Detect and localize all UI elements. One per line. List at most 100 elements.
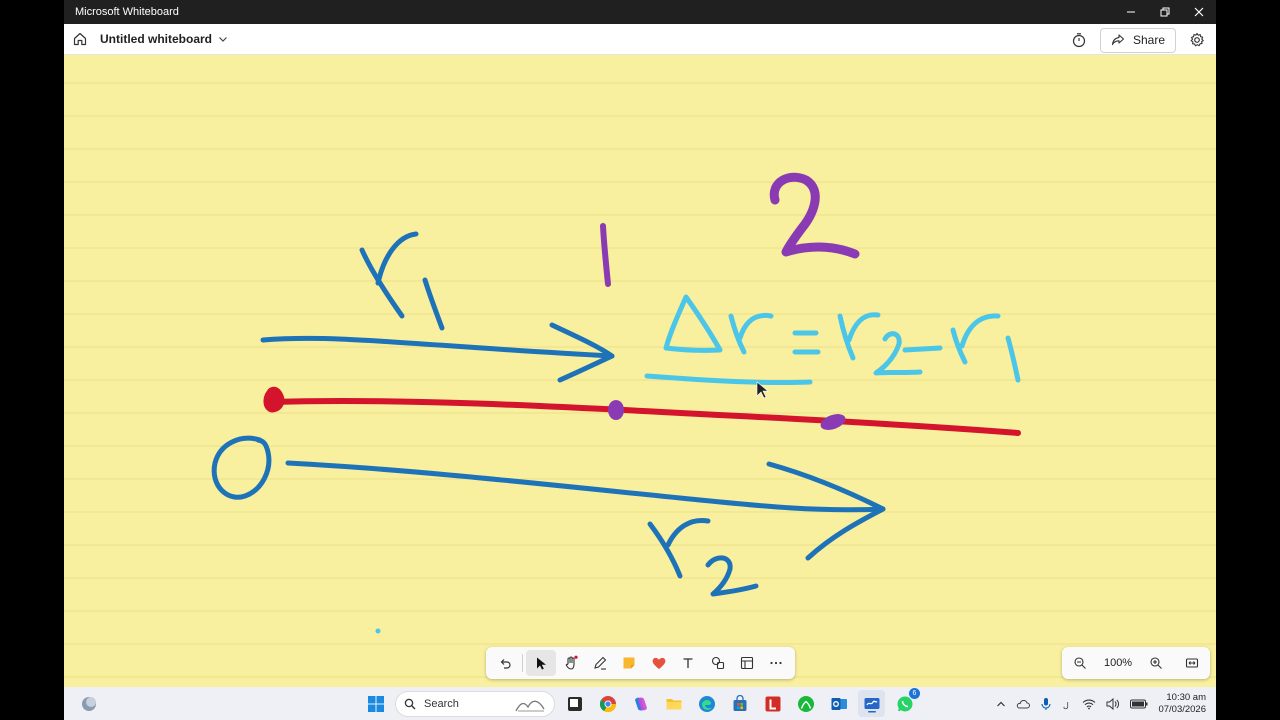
window-title: Microsoft Whiteboard [75, 6, 179, 18]
drawing-toolbar [486, 647, 795, 679]
more-tools-button[interactable] [762, 650, 791, 676]
home-button[interactable] [65, 24, 95, 54]
zoom-out-button[interactable] [1068, 651, 1092, 675]
clock-date: 07/03/2026 [1158, 703, 1206, 715]
fit-screen-icon [1185, 658, 1199, 668]
pen-tool[interactable] [585, 650, 614, 676]
text-tool[interactable] [673, 650, 702, 676]
battery-icon[interactable] [1130, 699, 1148, 709]
taskbar-app-lastpass[interactable] [759, 690, 786, 717]
timer-button[interactable] [1066, 27, 1092, 53]
taskbar-app-copilot[interactable] [627, 690, 654, 717]
r1-arrow[interactable] [260, 322, 615, 383]
ink-speck [375, 628, 381, 634]
pan-tool[interactable] [556, 650, 585, 676]
taskbar-search-box[interactable]: Search [395, 690, 555, 717]
start-button[interactable] [362, 690, 389, 717]
clock-time: 10:30 am [1166, 691, 1206, 703]
edge-icon [698, 695, 715, 712]
zoom-in-icon [1150, 657, 1162, 669]
zoom-out-icon [1074, 657, 1086, 669]
lastpass-icon [765, 696, 780, 711]
language-icon[interactable]: ل [1062, 698, 1072, 710]
zoom-level[interactable]: 100% [1104, 657, 1132, 669]
volume-icon[interactable] [1106, 697, 1120, 710]
taskbar-app-edge[interactable] [693, 690, 720, 717]
reactions-tool[interactable] [644, 650, 673, 676]
undo-button[interactable] [490, 650, 519, 676]
restore-button[interactable] [1148, 0, 1182, 24]
chevron-down-icon [219, 37, 227, 42]
whiteboard-icon [864, 697, 879, 712]
undo-icon [500, 659, 511, 669]
text-icon [683, 658, 693, 668]
microphone-icon[interactable] [1040, 697, 1052, 711]
windows-taskbar: Search 6 ل 10:30 am 07/03/2026 [64, 687, 1216, 720]
origin-label[interactable] [211, 435, 272, 500]
search-highlight-icon [515, 700, 545, 711]
r1-label[interactable] [359, 231, 445, 331]
whatsapp-badge: 6 [909, 688, 920, 699]
gear-icon [1190, 32, 1204, 47]
heart-icon [652, 657, 666, 669]
taskbar-app-store[interactable] [726, 690, 753, 717]
r2-label[interactable] [647, 517, 759, 597]
path-line[interactable] [267, 397, 1021, 436]
windows-logo-icon [367, 695, 384, 712]
timer-icon [1072, 33, 1086, 48]
select-tool[interactable] [526, 650, 556, 676]
toolbar-divider [522, 654, 524, 672]
taskbar-app-whatsapp[interactable]: 6 [891, 688, 920, 717]
taskbar-clock[interactable]: 10:30 am 07/03/2026 [1158, 692, 1206, 716]
window-title-bar: Microsoft Whiteboard [64, 0, 1216, 24]
share-label: Share [1132, 33, 1165, 47]
template-icon [740, 656, 753, 670]
point-1-dot[interactable] [608, 400, 624, 420]
shapes-tool[interactable] [703, 650, 732, 676]
taskbar-app-outlook[interactable] [825, 690, 852, 717]
zoom-controls: 100% [1062, 647, 1210, 679]
onedrive-icon[interactable] [1016, 698, 1031, 710]
hand-icon [565, 655, 578, 670]
taskbar-app-chrome[interactable] [594, 690, 621, 717]
settings-button[interactable] [1184, 27, 1210, 53]
svg-text:ل: ل [1063, 701, 1069, 710]
shapes-icon [711, 656, 724, 670]
origin-dot[interactable] [263, 386, 285, 413]
wifi-icon[interactable] [1082, 698, 1096, 710]
store-icon [733, 694, 746, 711]
taskbar-app-whiteboard[interactable] [858, 690, 885, 717]
widgets-button[interactable] [78, 693, 100, 715]
share-button[interactable]: Share [1099, 27, 1176, 53]
system-tray: ل 10:30 am 07/03/2026 [996, 687, 1206, 720]
r2-arrow[interactable] [285, 460, 886, 561]
minimize-button[interactable] [1114, 0, 1148, 24]
label-1[interactable] [600, 223, 611, 287]
delta-r-equation[interactable] [644, 294, 1021, 386]
templates-tool[interactable] [732, 650, 761, 676]
close-button[interactable] [1182, 0, 1216, 24]
outlook-icon [831, 697, 847, 710]
label-2[interactable] [769, 172, 860, 259]
zoom-in-button[interactable] [1144, 651, 1168, 675]
restore-icon [1160, 7, 1170, 17]
sticky-note-tool[interactable] [615, 650, 644, 676]
whiteboard-canvas[interactable] [64, 55, 1216, 687]
chevron-up-icon[interactable] [996, 699, 1006, 709]
chrome-icon [599, 695, 616, 712]
taskbar-app-file-explorer[interactable] [660, 690, 687, 717]
taskbar-app-xbox[interactable] [792, 690, 819, 717]
screen: Microsoft Whiteboard Untitled whiteboard [0, 0, 1280, 720]
home-icon [73, 32, 87, 46]
terminal-icon [567, 696, 582, 711]
sticky-note-icon [623, 657, 635, 669]
fit-to-screen-button[interactable] [1180, 651, 1204, 675]
folder-icon [666, 698, 681, 709]
board-name-dropdown[interactable]: Untitled whiteboard [100, 32, 228, 46]
taskbar-app-terminal[interactable] [561, 690, 588, 717]
point-2-dot[interactable] [818, 411, 847, 433]
close-icon [1194, 7, 1204, 17]
search-placeholder: Search [424, 697, 459, 710]
share-icon [1111, 34, 1125, 46]
board-name: Untitled whiteboard [100, 32, 212, 46]
